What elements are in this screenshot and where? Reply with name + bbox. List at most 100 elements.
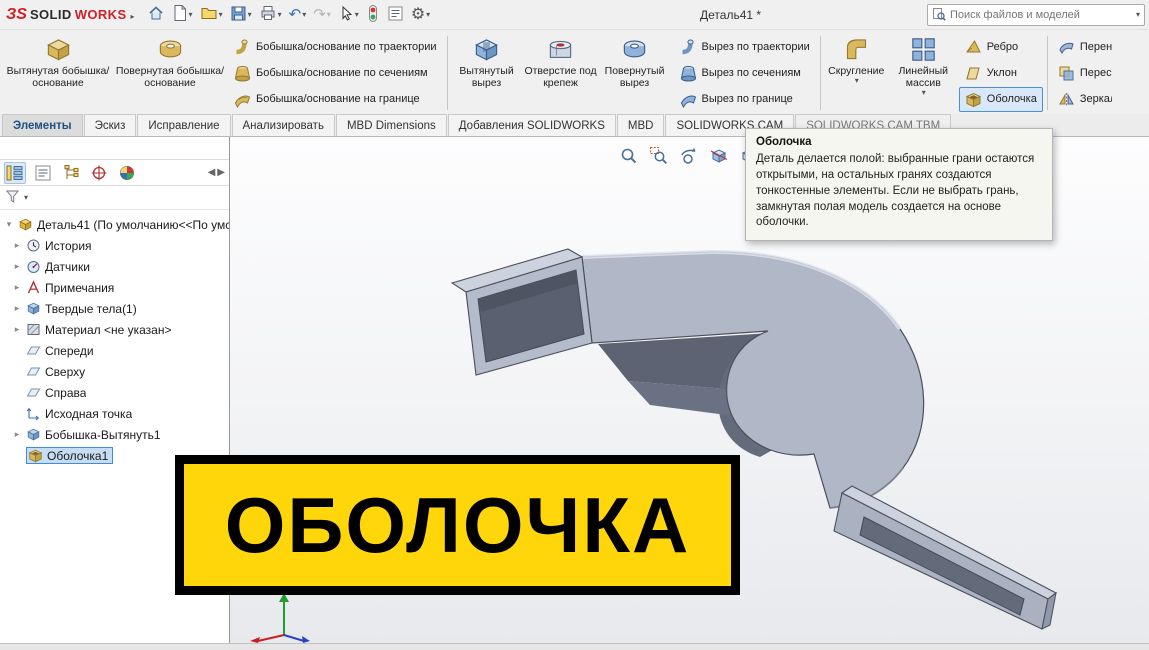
mirror-button[interactable]: Зеркал xyxy=(1052,87,1112,112)
chevron-down-icon[interactable]: ▾ xyxy=(922,89,926,97)
select-button[interactable]: ▾ xyxy=(335,3,362,27)
filter-funnel-icon[interactable] xyxy=(5,189,20,207)
button-label: Оболочка xyxy=(986,93,1037,106)
draft-button[interactable]: Уклон xyxy=(959,61,1043,86)
tab-sketch[interactable]: Эскиз xyxy=(83,114,137,136)
intersect-button[interactable]: Перес xyxy=(1052,61,1112,86)
dimxpertmanager-tab[interactable] xyxy=(88,162,110,184)
tree-root-part[interactable]: ▾ Деталь41 (По умолчанию<<По умс xyxy=(4,214,229,235)
tree-item-material[interactable]: ▸ Материал <не указан> xyxy=(4,319,229,340)
print-button[interactable]: ▾ xyxy=(256,3,285,27)
chevron-down-icon[interactable]: ▾ xyxy=(426,10,430,19)
swept-boss-button[interactable]: Бобышка/основание по траектории xyxy=(228,34,443,59)
expand-arrow-icon[interactable]: ▸ xyxy=(12,240,22,251)
home-button[interactable] xyxy=(144,3,168,27)
lofted-boss-button[interactable]: Бобышка/основание по сечениям xyxy=(228,61,443,86)
chevron-down-icon[interactable]: ▾ xyxy=(855,77,859,85)
shell-banner: ОБОЛОЧКА xyxy=(175,455,740,595)
chevron-down-icon[interactable]: ▾ xyxy=(189,10,193,19)
options-list-button[interactable] xyxy=(384,3,407,27)
tab-repair[interactable]: Исправление xyxy=(137,114,231,136)
rebuild-button[interactable] xyxy=(363,3,383,27)
material-icon xyxy=(26,322,41,337)
edge-stack-group: Перен Перес Зеркал xyxy=(1050,32,1112,114)
panel-scroll-left-icon[interactable]: ◀ xyxy=(208,167,216,178)
configurationmanager-tab[interactable] xyxy=(60,162,82,184)
plane-icon xyxy=(26,385,41,400)
panel-tab-strip: ◀ ▶ xyxy=(0,159,229,186)
button-label: Вытянутая бобышка/основание xyxy=(6,65,110,89)
extruded-cut-button[interactable]: Вытянутый вырез xyxy=(450,32,524,114)
featuremanager-tab[interactable] xyxy=(4,161,26,184)
tree-item-top-plane[interactable]: Сверху xyxy=(4,361,229,382)
expand-arrow-icon[interactable]: ▸ xyxy=(12,282,22,293)
displaymanager-tab[interactable] xyxy=(116,162,138,184)
filter-dropdown-icon[interactable]: ▾ xyxy=(24,193,28,202)
search-box[interactable]: ▾ xyxy=(927,4,1145,26)
wrap-button[interactable]: Перен xyxy=(1052,34,1112,59)
tree-item-boss-extrude[interactable]: ▸ Бобышка-Вытянуть1 xyxy=(4,424,229,445)
chevron-down-icon[interactable]: ▾ xyxy=(302,10,306,19)
tab-elements[interactable]: Элементы xyxy=(2,114,83,136)
save-button[interactable]: ▾ xyxy=(227,3,255,27)
rib-icon xyxy=(965,38,982,55)
redo-icon: ↷ xyxy=(313,6,326,23)
undo-button[interactable]: ↶ ▾ xyxy=(286,3,310,27)
linear-pattern-button[interactable]: Линейный массив ▾ xyxy=(890,32,957,114)
tree-item-sensors[interactable]: ▸ Датчики xyxy=(4,256,229,277)
settings-button[interactable]: ⚙ ▾ xyxy=(408,3,433,27)
boundary-cut-button[interactable]: Вырез по границе xyxy=(674,87,816,112)
select-cursor-icon xyxy=(338,5,354,25)
tree-item-history[interactable]: ▸ История xyxy=(4,235,229,256)
tree-item-label: Спереди xyxy=(45,343,94,358)
logo-expand-arrow-icon[interactable]: ▸ xyxy=(131,12,135,21)
tree-item-origin[interactable]: Исходная точка xyxy=(4,403,229,424)
tab-mbd-dimensions[interactable]: MBD Dimensions xyxy=(335,114,447,136)
search-input[interactable] xyxy=(950,9,1131,21)
boundary-boss-button[interactable]: Бобышка/основание на границе xyxy=(228,87,443,112)
part-icon xyxy=(18,217,33,232)
tab-mbd[interactable]: MBD xyxy=(616,114,665,136)
expand-arrow-icon[interactable]: ▸ xyxy=(12,303,22,314)
home-icon xyxy=(147,4,165,25)
chevron-down-icon[interactable]: ▾ xyxy=(355,10,359,19)
swept-cut-button[interactable]: Вырез по траектории xyxy=(674,34,816,59)
expand-arrow-icon[interactable]: ▸ xyxy=(12,429,22,440)
tree-item-label: История xyxy=(45,238,92,253)
command-manager-ribbon: Вытянутая бобышка/основание Повернутая б… xyxy=(0,30,1149,114)
expand-arrow-icon[interactable]: ▸ xyxy=(12,261,22,272)
chevron-down-icon[interactable]: ▾ xyxy=(219,10,223,19)
button-label: Повернутый вырез xyxy=(604,65,665,89)
fillet-button[interactable]: Скругление ▾ xyxy=(823,32,890,114)
propertymanager-tab[interactable] xyxy=(32,162,54,184)
chevron-down-icon[interactable]: ▾ xyxy=(278,10,282,19)
button-label: Линейный массив xyxy=(898,65,949,89)
selected-tree-item[interactable]: Оболочка1 xyxy=(26,447,114,464)
button-label: Перес xyxy=(1079,67,1112,79)
extruded-boss-button[interactable]: Вытянутая бобышка/основание xyxy=(2,32,114,114)
expand-arrow-icon[interactable]: ▸ xyxy=(12,324,22,335)
settings-gear-icon: ⚙ xyxy=(410,5,426,23)
open-folder-icon xyxy=(200,4,218,25)
open-button[interactable]: ▾ xyxy=(197,3,226,27)
tab-solidworks-addins[interactable]: Добавления SOLIDWORKS xyxy=(447,114,616,136)
new-document-button[interactable]: ▾ xyxy=(169,3,196,27)
revolved-cut-button[interactable]: Повернутый вырез xyxy=(598,32,672,114)
rib-button[interactable]: Ребро xyxy=(959,34,1043,59)
lofted-cut-icon xyxy=(680,65,697,82)
panel-scroll-right-icon[interactable]: ▶ xyxy=(217,167,225,178)
search-dropdown-icon[interactable]: ▾ xyxy=(1136,11,1140,19)
lofted-cut-button[interactable]: Вырез по сечениям xyxy=(674,61,816,86)
redo-button[interactable]: ↷ ▾ xyxy=(310,3,334,27)
collapse-arrow-icon[interactable]: ▾ xyxy=(4,219,14,230)
revolved-boss-button[interactable]: Повернутая бобышка/основание xyxy=(114,32,226,114)
tree-item-solid-bodies[interactable]: ▸ Твердые тела(1) xyxy=(4,298,229,319)
chevron-down-icon[interactable]: ▾ xyxy=(248,10,252,19)
tree-item-front-plane[interactable]: Спереди xyxy=(4,340,229,361)
hole-wizard-button[interactable]: Отверстие под крепеж xyxy=(524,32,598,114)
chevron-down-icon[interactable]: ▾ xyxy=(327,10,331,19)
tab-evaluate[interactable]: Анализировать xyxy=(231,114,335,136)
shell-button[interactable]: Оболочка xyxy=(958,86,1043,112)
tree-item-annotations[interactable]: ▸ Примечания xyxy=(4,277,229,298)
tree-item-right-plane[interactable]: Справа xyxy=(4,382,229,403)
